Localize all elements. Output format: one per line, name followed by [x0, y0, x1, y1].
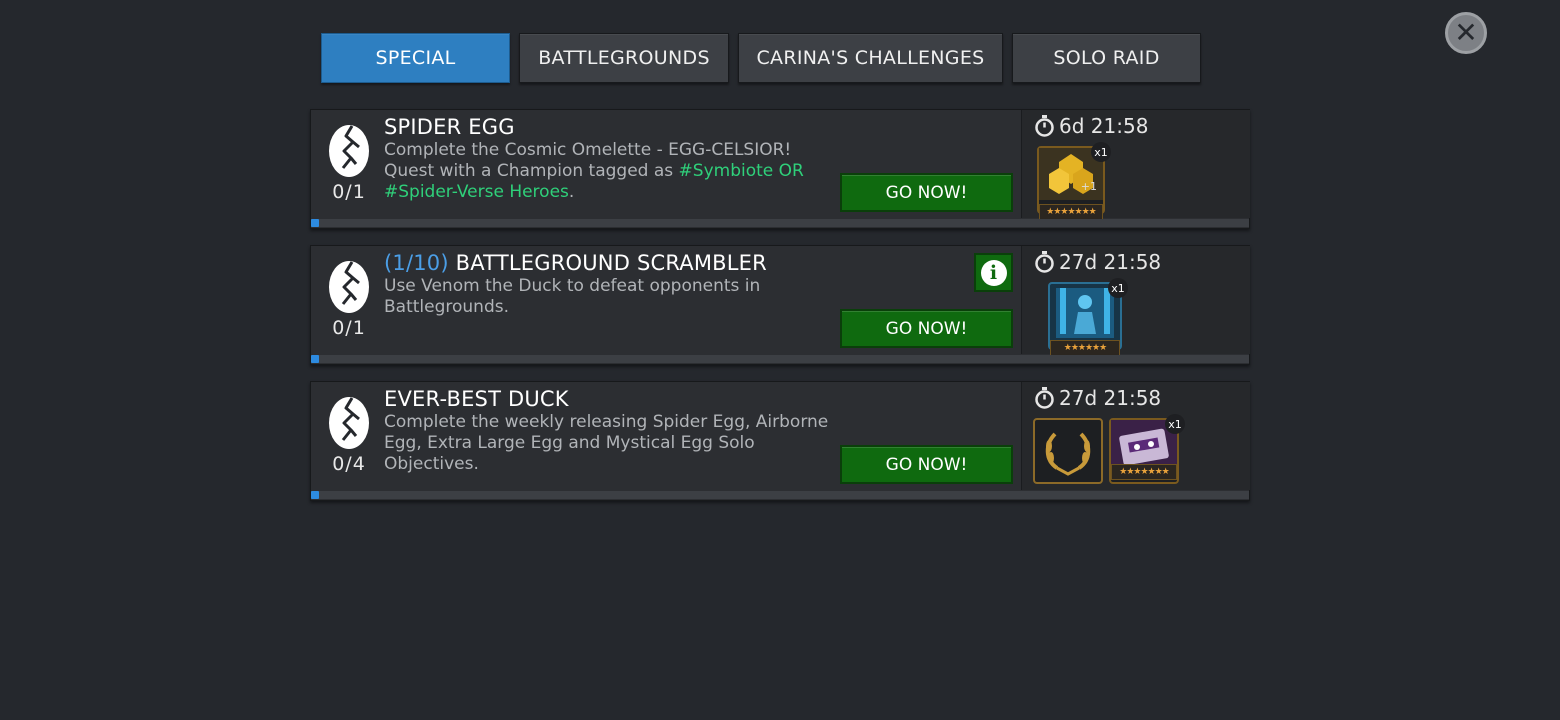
close-x-icon: ✕	[1454, 16, 1478, 49]
reward-star-rating: ★★★★★★	[1050, 340, 1120, 356]
quest-title-text: EVER-BEST DUCK	[384, 387, 569, 411]
timer: 27d 21:58	[1034, 386, 1161, 410]
progress-bar-fill	[311, 491, 319, 499]
stopwatch-icon	[1035, 387, 1054, 409]
quest-card-ever-best-duck: 0/4 EVER-BEST DUCK Complete the weekly r…	[310, 381, 1250, 501]
tab-special[interactable]: SPECIAL	[321, 33, 510, 83]
reward-gold-crystal[interactable]: x1 +1 ★★★★★★★	[1037, 142, 1111, 220]
progress-bar-fill	[311, 355, 319, 363]
timer: 27d 21:58	[1034, 250, 1161, 274]
reward-count-badge: x1	[1091, 142, 1111, 162]
go-now-button[interactable]: GO NOW!	[840, 309, 1013, 348]
quest-description-text: Complete the weekly releasing Spider Egg…	[384, 412, 829, 474]
cracked-egg-icon	[329, 397, 369, 449]
quest-description: Use Venom the Duck to defeat opponents i…	[384, 276, 829, 318]
laurel-wreath-icon	[1045, 432, 1091, 476]
stopwatch-icon	[1035, 115, 1054, 137]
quest-description: Complete the Cosmic Omelette - EGG-CELSI…	[384, 140, 829, 203]
reward-champion-crystal[interactable]: x1 ★★★★★★	[1048, 278, 1128, 356]
quest-card-battleground-scrambler: 0/1 (1/10) BATTLEGROUND SCRAMBLER Use Ve…	[310, 245, 1250, 365]
quest-description-text: Use Venom the Duck to defeat opponents i…	[384, 276, 761, 317]
stopwatch-icon	[1035, 251, 1054, 273]
cracked-egg-icon	[329, 125, 369, 177]
go-now-button[interactable]: GO NOW!	[840, 445, 1013, 484]
cracked-egg-icon	[329, 261, 369, 313]
go-now-button[interactable]: GO NOW!	[840, 173, 1013, 212]
close-button[interactable]: ✕	[1445, 12, 1487, 54]
timer-text: 27d 21:58	[1059, 386, 1162, 410]
reward-star-rating: ★★★★★★★	[1039, 204, 1103, 220]
quest-title: EVER-BEST DUCK	[384, 387, 569, 411]
timer-text: 6d 21:58	[1059, 114, 1149, 138]
reward-panel: 6d 21:58 x1 +1 ★★★★★★★	[1021, 110, 1250, 220]
reward-cassette[interactable]: x1 ★★★★★★★	[1109, 414, 1185, 484]
reward-bonus-label: +1	[1080, 180, 1097, 193]
reward-count-badge: x1	[1108, 278, 1128, 298]
info-button[interactable]: i	[974, 253, 1013, 292]
quest-title: SPIDER EGG	[384, 115, 515, 139]
progress-bar	[311, 491, 1249, 499]
quest-description: Complete the weekly releasing Spider Egg…	[384, 412, 829, 475]
progress-bar-fill	[311, 219, 319, 227]
reward-count-badge: x1	[1165, 414, 1185, 434]
reward-panel: 27d 21:58 x1 ★★★★★★★	[1021, 382, 1250, 490]
quest-title-prefix: (1/10)	[384, 251, 449, 275]
tab-carinas-challenges[interactable]: CARINA'S CHALLENGES	[738, 33, 1003, 83]
tab-bar: SPECIAL BATTLEGROUNDS CARINA'S CHALLENGE…	[321, 33, 1210, 83]
quest-description-end: .	[568, 182, 575, 202]
quest-title-text: SPIDER EGG	[384, 115, 515, 139]
tab-battlegrounds[interactable]: BATTLEGROUNDS	[519, 33, 729, 83]
reward-laurel[interactable]	[1033, 418, 1103, 484]
progress-bar	[311, 355, 1249, 363]
tab-solo-raid[interactable]: SOLO RAID	[1012, 33, 1201, 83]
reward-panel: 27d 21:58 x1 ★★★★★★	[1021, 246, 1250, 356]
quest-card-spider-egg: 0/1 SPIDER EGG Complete the Cosmic Omele…	[310, 109, 1250, 229]
progress-bar	[311, 219, 1249, 227]
progress-counter: 0/1	[332, 181, 366, 203]
quest-title-text: BATTLEGROUND SCRAMBLER	[455, 251, 767, 275]
info-icon: i	[980, 259, 1007, 286]
quest-title: (1/10) BATTLEGROUND SCRAMBLER	[384, 251, 767, 275]
progress-counter: 0/4	[332, 453, 366, 475]
timer: 6d 21:58	[1034, 114, 1148, 138]
timer-text: 27d 21:58	[1059, 250, 1162, 274]
progress-counter: 0/1	[332, 317, 366, 339]
reward-star-rating: ★★★★★★★	[1111, 464, 1177, 480]
